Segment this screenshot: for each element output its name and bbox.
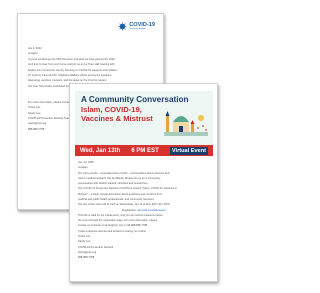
paragraph-line: This link is valid for the virtual event… [78, 213, 163, 217]
paragraph-line: If you're wondering how CPN has been and… [28, 57, 116, 61]
signature-line: COVID-19 Prevention Network [78, 245, 114, 249]
paragraph-line: contact us at Sandy at sandy@cpn.org or … [78, 224, 148, 228]
paragraph-line: The live online event will be held on We… [78, 203, 171, 207]
banner-title-line: Vaccines & Mistrust [81, 114, 153, 123]
paragraph-line: the event through the registration page.… [78, 219, 158, 223]
registration-link[interactable]: aiocovid.com/islamevent [138, 209, 166, 212]
mosque-illustration-icon [164, 111, 208, 136]
signature-line: 888-888-7788 [78, 256, 95, 260]
banner-heading: A Community Conversation [81, 95, 189, 104]
front-letter: A Community Conversation Islam, COVID-19… [69, 83, 218, 282]
registration-line: Registration: aiocovid.com/islamevent [78, 209, 210, 213]
virus-logo-icon [118, 22, 127, 31]
banner-title-line: Islam, COVID-19, [81, 105, 142, 114]
letter-greeting: Hi again, [28, 52, 39, 56]
letter-date: Jan. 13, 2026 [78, 161, 94, 164]
paragraph-line: It was a pleasure and we look forward to… [78, 229, 147, 233]
event-banner: A Community Conversation Islam, COVID-19… [75, 91, 213, 145]
paragraph-line: we'd love to hear from you! Come and joi… [28, 63, 115, 67]
paragraph-line: medical and public health professionals,… [78, 197, 155, 201]
letter-greeting: Hi again, [78, 166, 89, 170]
signature-line: Sandy Lee [78, 240, 91, 244]
paragraph-line: For many people – especially those of fa… [78, 171, 170, 175]
virtual-event-badge: Virtual Event [169, 146, 208, 155]
paragraph-line: conversation with Muslim leaders, clinic… [78, 182, 149, 186]
registration-label: Registration: [122, 208, 137, 212]
paragraph-line: Mistrust" – a frank, honest discussion a… [78, 192, 163, 196]
event-time: 6 PM EST [131, 147, 159, 154]
paragraph-line: trust in medical research can be difficu… [78, 176, 161, 180]
front-letter-body: Jan. 13, 2026 Hi again, For many people … [78, 161, 210, 261]
letter-thanks: Thank you, [78, 234, 91, 238]
logo-subtitle: Prevention Network [129, 28, 146, 31]
paragraph-line: leaders from across the country focusing… [28, 68, 118, 72]
event-date-bar: Wed, Jan 13th 6 PM EST Virtual Event [75, 145, 213, 156]
paragraph-line: The COVID-19 Prevention Network (CoVPN) … [78, 187, 177, 191]
letter-date: Jan 4, 2022 [28, 47, 42, 50]
cpn-logo: COVID-19 Prevention Network [118, 22, 155, 31]
signature-line: sandy@cpn.org [78, 250, 97, 254]
paragraph-line: Dr. Anthony Fauci and Dr. Stephaun Walla… [28, 73, 112, 77]
event-date: Wed, Jan 13th [80, 147, 121, 154]
